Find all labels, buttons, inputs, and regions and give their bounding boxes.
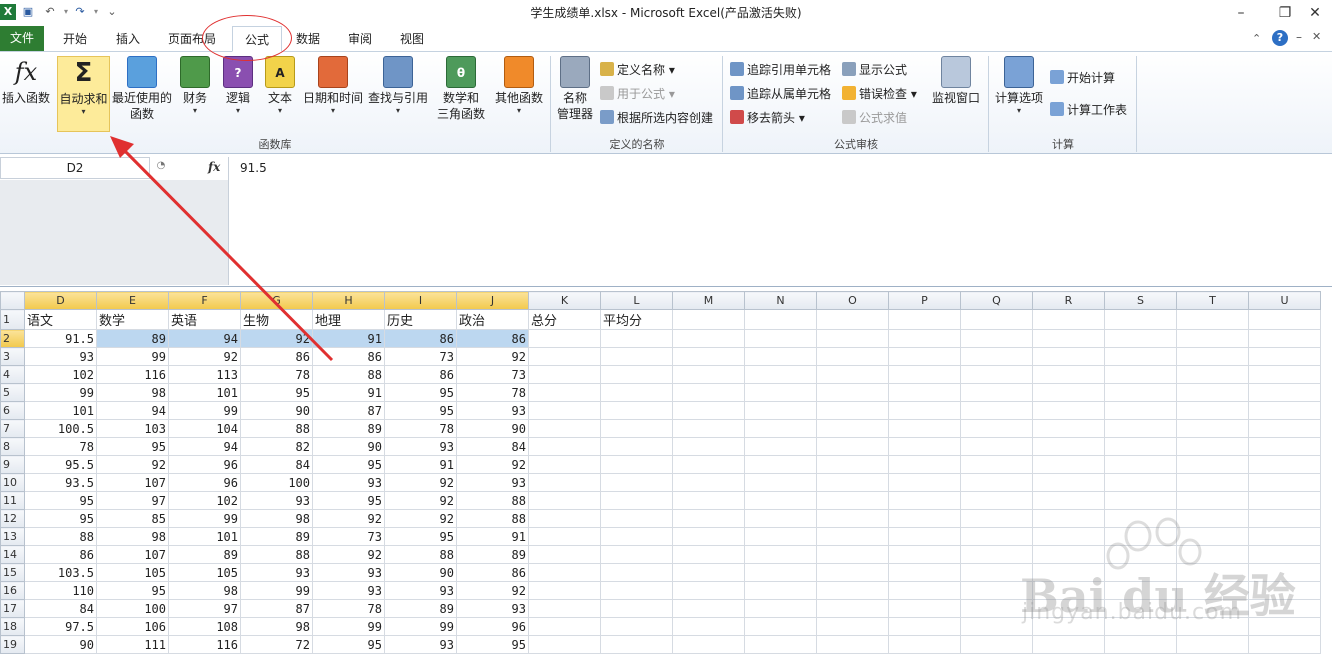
watermark-url: jingyan.baidu.com xyxy=(1022,600,1243,625)
annotation-arrow-line xyxy=(118,144,334,362)
